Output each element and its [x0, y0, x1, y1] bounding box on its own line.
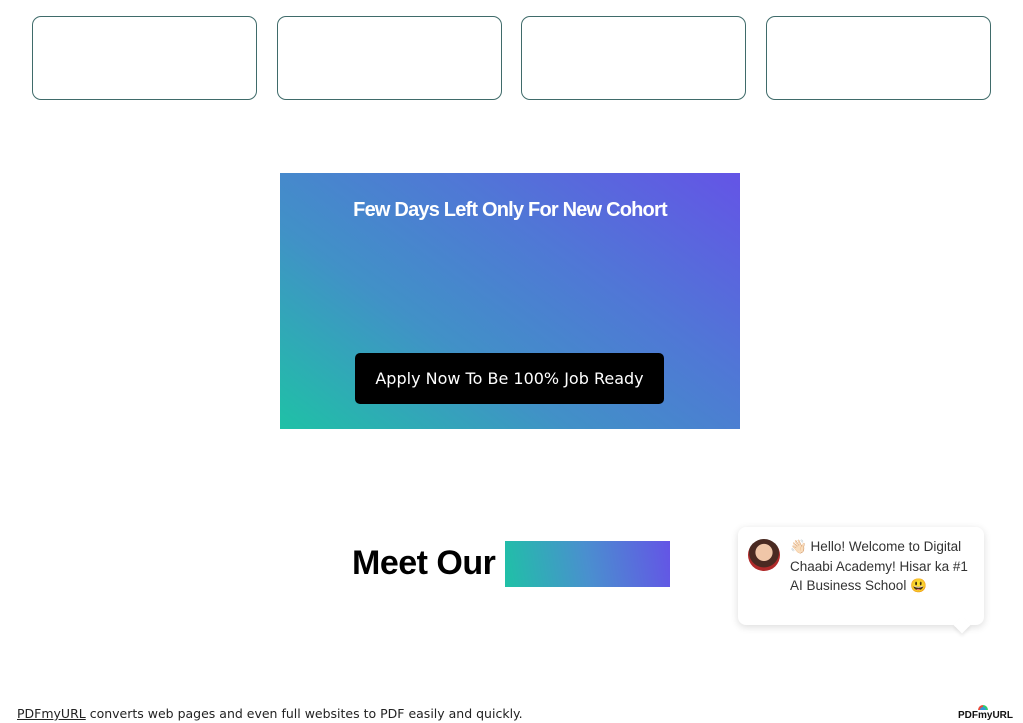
footer-pdfmyurl-link[interactable]: PDFmyURL	[17, 706, 86, 721]
meet-heading-highlight	[505, 541, 670, 587]
footer-text: converts web pages and even full website…	[85, 706, 523, 721]
pdfmyurl-logo-icon	[978, 705, 988, 710]
footer-note: PDFmyURL converts web pages and even ful…	[17, 706, 523, 721]
stat-card-1	[32, 16, 257, 100]
chat-welcome-popup[interactable]: 👋🏻 Hello! Welcome to Digital Chaabi Acad…	[738, 527, 984, 625]
stat-card-3	[521, 16, 746, 100]
cohort-banner: Few Days Left Only For New Cohort Apply …	[280, 173, 740, 429]
pdfmyurl-logo-text: PDFmyURL	[958, 710, 1014, 721]
stat-card-4	[766, 16, 991, 100]
chat-message: 👋🏻 Hello! Welcome to Digital Chaabi Acad…	[790, 539, 968, 594]
stat-card-2	[277, 16, 502, 100]
apply-now-button[interactable]: Apply Now To Be 100% Job Ready	[355, 353, 664, 404]
meet-heading: Meet Our	[352, 544, 496, 582]
chat-avatar	[748, 539, 780, 571]
banner-title: Few Days Left Only For New Cohort	[353, 199, 667, 221]
